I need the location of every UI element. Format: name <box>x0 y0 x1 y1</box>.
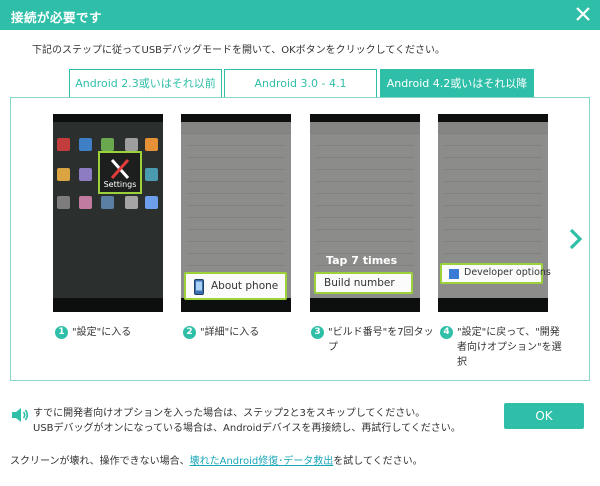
phone-icon <box>194 279 204 295</box>
developer-options-callout: Developer options <box>440 263 551 284</box>
tab-android-3-0[interactable]: Android 3.0 - 4.1 <box>224 69 377 97</box>
step-number: 2 <box>183 326 196 339</box>
build-number-callout: Build number <box>314 272 413 294</box>
note-reconnect: USBデバッグがオンになっている場合は、Androidデバイスを再接続し、再試行… <box>33 423 461 434</box>
settings-callout-label: Settings <box>103 180 137 189</box>
wrench-icon <box>110 159 130 179</box>
step-3: 3 "ビルド番号"を7回タップ <box>311 325 435 355</box>
broken-android-repair-link[interactable]: 壊れたAndroid修復･データ救出 <box>190 456 334 467</box>
tab-android-4-2[interactable]: Android 4.2或いはそれ以降 <box>380 69 534 97</box>
speaker-icon <box>12 408 29 422</box>
next-arrow-icon[interactable] <box>568 228 582 250</box>
phone-screenshot-1 <box>53 114 163 312</box>
note-skip-steps: すでに開発者向けオプションを入った場合は、ステップ2と3をスキップしてください。 <box>33 408 426 419</box>
window-title: 接続が必要です <box>11 10 103 25</box>
footer-prefix: スクリーンが壊れ、操作できない場合、 <box>10 456 190 467</box>
about-phone-callout: About phone <box>184 272 287 300</box>
footer-text: スクリーンが壊れ、操作できない場合、壊れたAndroid修復･データ救出を試して… <box>10 452 423 467</box>
step-text: "詳細"に入る <box>200 327 260 338</box>
step-text: "設定"に入る <box>72 327 132 338</box>
build-number-label: Build number <box>324 277 395 289</box>
title-bar: 接続が必要です <box>0 0 600 30</box>
step-2: 2 "詳細"に入る <box>183 325 293 340</box>
step-text: "ビルド番号"を7回タップ <box>328 327 434 353</box>
about-phone-label: About phone <box>211 280 279 292</box>
app-grid-image <box>57 138 158 209</box>
tab-android-2-3[interactable]: Android 2.3或いはそれ以前 <box>69 69 222 97</box>
developer-options-icon <box>449 269 459 279</box>
step-number: 3 <box>311 326 324 339</box>
step-number: 4 <box>440 326 453 339</box>
step-4: 4 "設定"に戻って、"開発者向けオプション"を選択 <box>440 325 566 370</box>
ok-button[interactable]: OK <box>504 403 584 429</box>
footer-suffix: を試してください。 <box>333 456 423 467</box>
close-icon[interactable] <box>574 5 592 23</box>
step-number: 1 <box>55 326 68 339</box>
settings-app-icon: Settings <box>98 151 142 194</box>
tap-seven-times-text: Tap 7 times <box>326 254 398 267</box>
step-text: "設定"に戻って、"開発者向けオプション"を選択 <box>457 327 562 368</box>
step-1: 1 "設定"に入る <box>55 325 165 340</box>
instruction-text: 下記のステップに従ってUSBデバッグモードを開いて、OKボタンをクリックしてくだ… <box>32 45 446 56</box>
developer-options-label: Developer options <box>464 267 551 278</box>
